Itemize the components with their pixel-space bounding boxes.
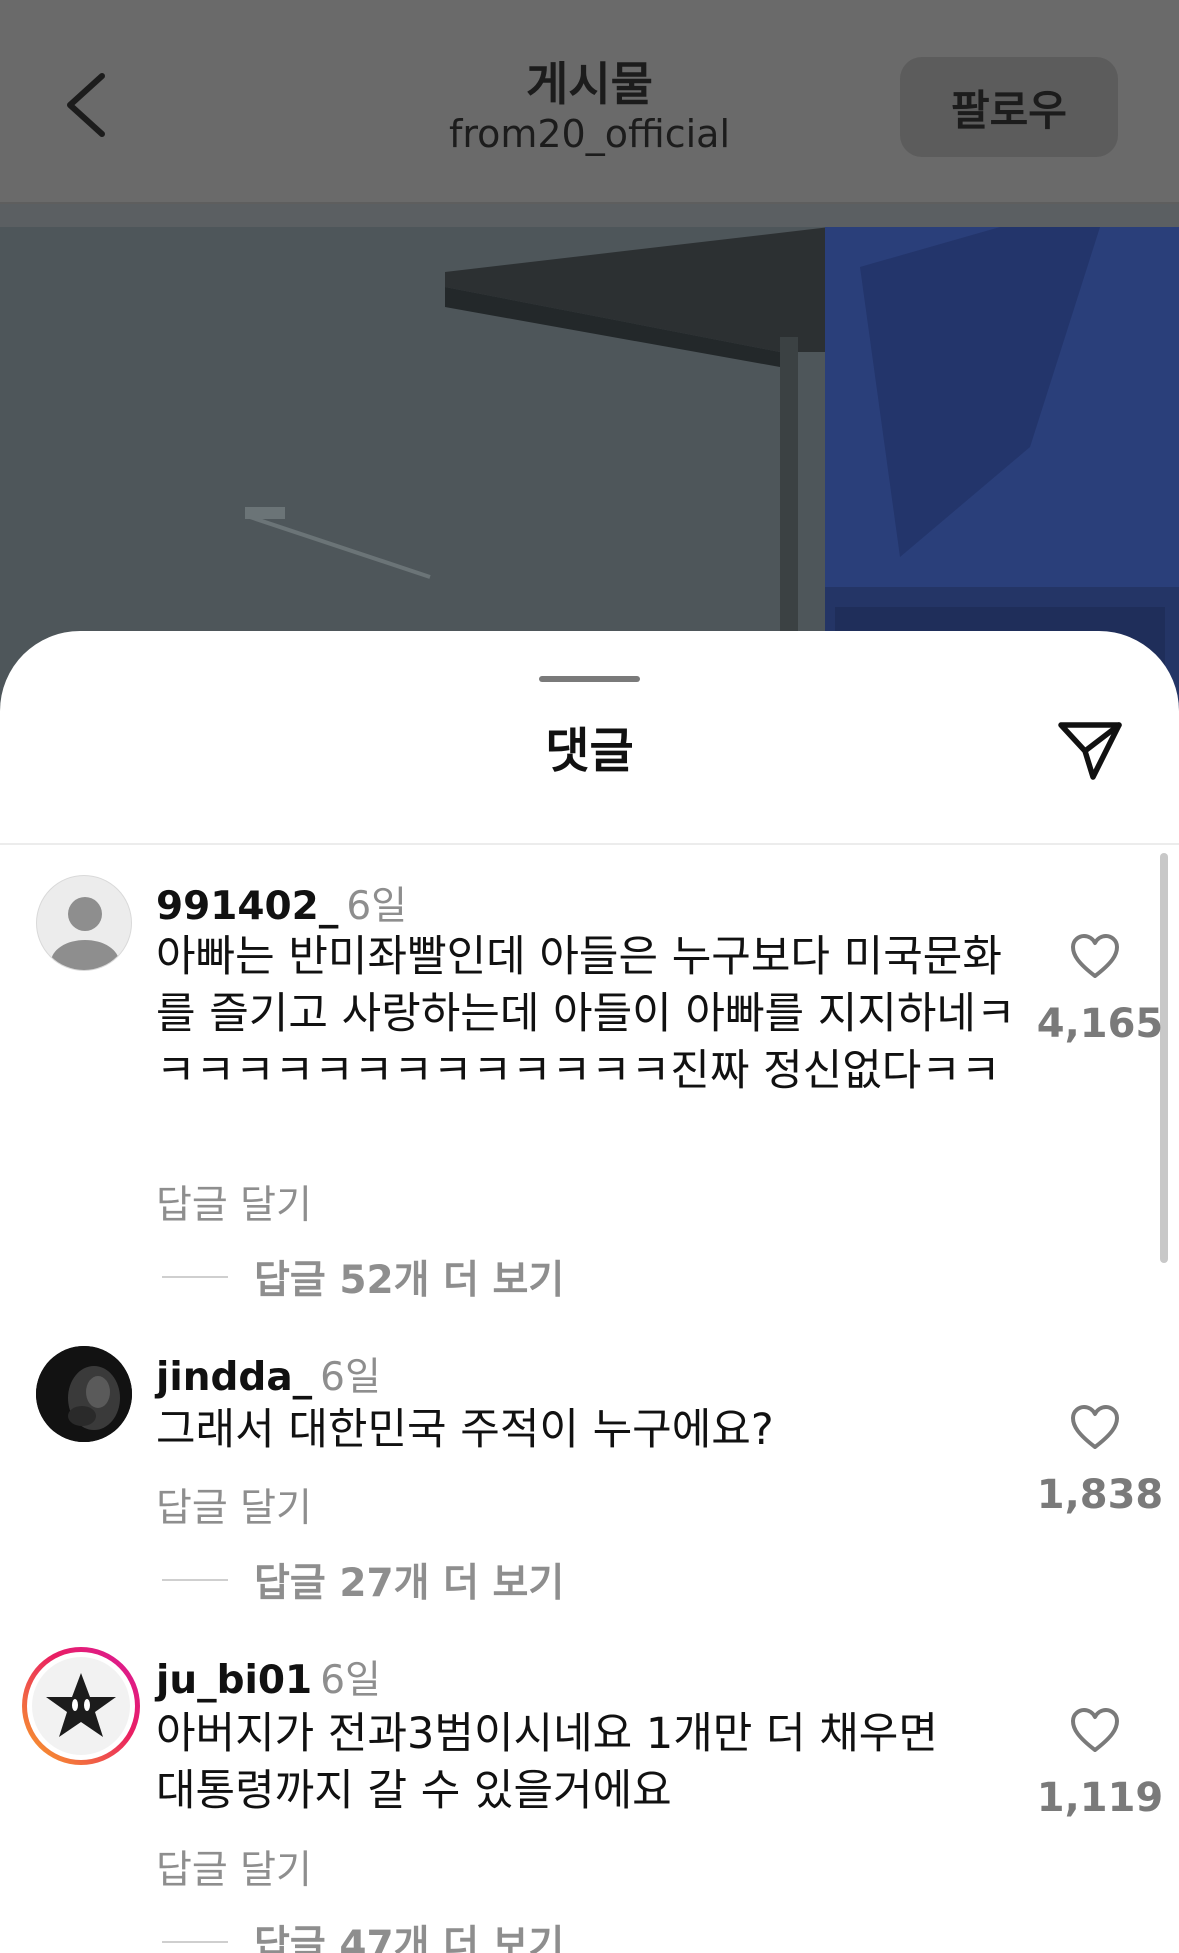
comment-text: 아버지가 전과3범이시네요 1개만 더 채우면 대통령까지 갈 수 있을거에요 xyxy=(156,1709,938,1816)
username-text[interactable]: jindda_ xyxy=(156,1355,312,1400)
comments-title: 댓글 xyxy=(545,723,634,779)
send-icon[interactable] xyxy=(1055,715,1125,785)
comments-sheet: 댓글 991402_ 6일 아빠는 반미좌빨인데 아들은 누구보다 미국문화를 즐… xyxy=(0,631,1179,1953)
view-replies-button[interactable]: 답글 47개 더 보기 xyxy=(162,1914,564,1953)
comment-text: 그래서 대한민국 주적이 누구에요? xyxy=(156,1405,774,1455)
view-replies-label[interactable]: 답글 27개 더 보기 xyxy=(254,1552,564,1608)
heart-icon[interactable] xyxy=(1070,933,1120,979)
like-count: 1,119 xyxy=(1036,1775,1164,1821)
view-replies-label[interactable]: 답글 52개 더 보기 xyxy=(254,1249,564,1305)
thread-line xyxy=(162,1276,228,1278)
avatar-inner xyxy=(27,1652,135,1760)
sheet-grabber[interactable] xyxy=(539,676,640,682)
username-text[interactable]: ju_bi01 xyxy=(156,1658,312,1703)
comment-username[interactable]: 991402_ 6일 xyxy=(156,875,407,931)
dark-photo-avatar[interactable] xyxy=(36,1346,132,1442)
view-replies-button[interactable]: 답글 27개 더 보기 xyxy=(162,1552,564,1608)
scrollbar[interactable] xyxy=(1160,853,1168,1263)
heart-icon[interactable] xyxy=(1070,1404,1120,1450)
comment-username[interactable]: jindda_ 6일 xyxy=(156,1346,381,1402)
sheet-divider xyxy=(0,843,1179,845)
follow-button[interactable]: 팔로우 xyxy=(900,57,1118,157)
thread-line xyxy=(162,1941,228,1943)
default-avatar-icon[interactable] xyxy=(36,875,132,971)
post-header: 게시물 from20_official 팔로우 xyxy=(0,0,1179,204)
view-replies-label[interactable]: 답글 47개 더 보기 xyxy=(254,1914,564,1953)
comment-time: 6일 xyxy=(320,1355,381,1400)
reply-button[interactable]: 답글 달기 xyxy=(156,1839,312,1895)
comment-time: 6일 xyxy=(320,1658,381,1703)
comment-time: 6일 xyxy=(346,884,408,929)
view-replies-button[interactable]: 답글 52개 더 보기 xyxy=(162,1249,564,1305)
star-avatar-with-story-ring[interactable] xyxy=(22,1647,140,1765)
comment-text: 아빠는 반미좌빨인데 아들은 누구보다 미국문화를 즐기고 사랑하는데 아들이 … xyxy=(156,932,1016,1096)
star-icon xyxy=(32,1657,130,1755)
heart-icon[interactable] xyxy=(1070,1707,1120,1753)
reply-button[interactable]: 답글 달기 xyxy=(156,1174,312,1230)
comment-username[interactable]: ju_bi01 6일 xyxy=(156,1649,381,1705)
reply-button[interactable]: 답글 달기 xyxy=(156,1477,312,1533)
thread-line xyxy=(162,1579,228,1581)
like-count: 1,838 xyxy=(1036,1472,1164,1518)
username-text[interactable]: 991402_ xyxy=(156,884,338,929)
like-count: 4,165 xyxy=(1036,1001,1164,1047)
